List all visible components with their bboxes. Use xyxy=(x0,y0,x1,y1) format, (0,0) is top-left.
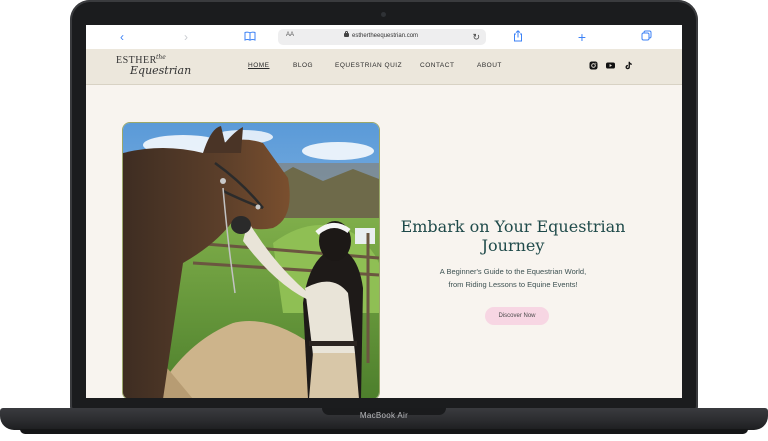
hero-subtitle-line-1: A Beginner's Guide to the Equestrian Wor… xyxy=(439,267,587,276)
laptop-mockup: ‹ › AA esthertheequestrian.com ↻ + ESTHE… xyxy=(0,0,768,441)
tabs-icon[interactable] xyxy=(638,30,654,44)
reload-icon[interactable]: ↻ xyxy=(472,31,480,43)
hero-photo xyxy=(123,123,379,398)
tiktok-icon[interactable] xyxy=(624,61,633,70)
logo-word-equestrian: Equestrian xyxy=(130,64,192,77)
nav-equestrian-quiz[interactable]: EQUESTRIAN QUIZ xyxy=(335,62,402,69)
site-logo[interactable]: ESTHER the Equestrian xyxy=(116,54,191,79)
address-bar[interactable]: AA esthertheequestrian.com ↻ xyxy=(278,29,486,45)
book-icon xyxy=(244,31,256,41)
hero-title-line-1: Embark on Your Equestrian xyxy=(400,217,626,236)
nav-about[interactable]: ABOUT xyxy=(477,62,502,69)
horse-and-rider-photo xyxy=(123,123,379,398)
logo-word-the: the xyxy=(156,54,166,61)
share-glyph-icon xyxy=(514,30,522,42)
hero-title-line-2: Journey xyxy=(481,236,545,255)
reader-icon[interactable] xyxy=(242,30,258,44)
youtube-icon[interactable] xyxy=(606,61,615,70)
text-size-button[interactable]: AA xyxy=(286,32,294,38)
nav-contact[interactable]: CONTACT xyxy=(420,62,454,69)
nav-home[interactable]: HOME xyxy=(248,62,270,69)
share-icon[interactable] xyxy=(510,30,526,44)
discover-now-button[interactable]: Discover Now xyxy=(485,307,549,325)
new-tab-icon[interactable]: + xyxy=(574,30,590,44)
lock-icon xyxy=(344,31,349,37)
nav-blog[interactable]: BLOG xyxy=(293,62,313,69)
forward-icon[interactable]: › xyxy=(178,30,194,44)
hero-title: Embark on Your Equestrian Journey xyxy=(392,217,634,255)
camera-icon xyxy=(381,12,386,17)
tabs-glyph-icon xyxy=(641,30,651,41)
site-header: ESTHER the Equestrian HOME BLOG EQUESTRI… xyxy=(86,49,682,85)
browser-toolbar: ‹ › AA esthertheequestrian.com ↻ + xyxy=(86,25,682,50)
laptop-base-edge xyxy=(20,429,748,434)
back-icon[interactable]: ‹ xyxy=(114,30,130,44)
browser-screen: ‹ › AA esthertheequestrian.com ↻ + ESTHE… xyxy=(86,25,682,398)
device-model-label: MacBook Air xyxy=(359,411,409,420)
instagram-icon[interactable] xyxy=(589,61,598,70)
url-text[interactable]: esthertheequestrian.com xyxy=(352,33,418,39)
hero-subtitle-line-2: from Riding Lessons to Equine Events! xyxy=(448,280,578,289)
hero-subtitle: A Beginner's Guide to the Equestrian Wor… xyxy=(402,265,624,291)
